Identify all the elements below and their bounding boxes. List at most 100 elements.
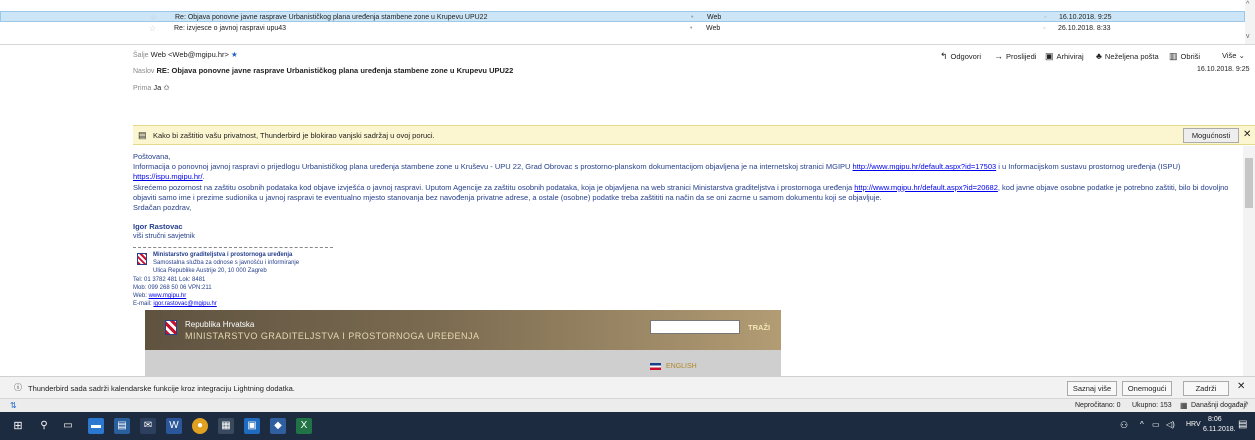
excel-icon[interactable]: X — [296, 418, 312, 434]
signature-mail-link[interactable]: igor.rastovac@mgipu.hr — [153, 301, 216, 307]
link-mgipu-20682[interactable]: http://www.mgipu.hr/default.aspx?id=2068… — [854, 183, 998, 192]
english-link[interactable]: ENGLISH — [666, 363, 697, 370]
message-row-selected[interactable]: ☆ Re: Objava ponovne javne rasprave Urba… — [0, 11, 1245, 22]
link-ispu[interactable]: https://ispu.mgipu.hr/ — [133, 172, 203, 181]
forward-label: Proslijedi — [1006, 52, 1037, 61]
read-dot-icon[interactable]: ◦ — [1043, 23, 1045, 34]
archive-icon: ▣ — [1045, 51, 1054, 61]
link-mgipu-17503[interactable]: http://www.mgipu.hr/default.aspx?id=1750… — [853, 162, 997, 171]
message-body-scrollbar[interactable] — [1243, 146, 1255, 376]
signature-web-link[interactable]: www.mgipu.hr — [149, 293, 187, 299]
message-row[interactable]: ☆ Re: izvjesce o javnoj raspravi upu43 •… — [0, 23, 1245, 34]
word-icon[interactable]: W — [166, 418, 182, 434]
notification-center-icon[interactable]: ▤ — [1238, 419, 1247, 430]
thunderbird-icon[interactable]: ◆ — [270, 418, 286, 434]
paragraph-2-text: Skrećemo pozornost na zaštitu osobnih po… — [133, 182, 855, 192]
message-from: Web — [706, 25, 721, 32]
delete-button[interactable]: ▥ Obriši — [1169, 51, 1200, 62]
language-indicator[interactable]: HRV — [1186, 421, 1201, 428]
to-value[interactable]: Ja — [153, 83, 161, 92]
reply-button[interactable]: ↰ Odgovori — [940, 51, 981, 62]
message-row-partial[interactable] — [0, 0, 1245, 5]
today-pane-toggle[interactable]: Današnji događaji — [1191, 399, 1247, 412]
clock-time[interactable]: 8:06 — [1208, 416, 1222, 423]
store-icon[interactable]: ▤ — [114, 418, 130, 434]
banner-search-input[interactable] — [650, 320, 740, 334]
calculator-icon[interactable]: ▦ — [218, 418, 234, 434]
network-icon[interactable]: ▭ — [1152, 420, 1160, 429]
forward-button[interactable]: → Proslijedi — [994, 51, 1036, 61]
clock-date[interactable]: 6.11.2018. — [1203, 426, 1236, 433]
message-date: 16.10.2018. 9:25 — [1197, 66, 1250, 73]
delete-label: Obriši — [1180, 52, 1201, 61]
notification-text: Thunderbird sada sadrži kalendarske funk… — [28, 384, 295, 393]
paragraph-1-text-c: . — [202, 172, 205, 182]
trash-icon: ▥ — [1169, 51, 1178, 61]
uk-flag-icon — [650, 363, 661, 370]
disable-button[interactable]: Onemogući — [1122, 381, 1172, 396]
greeting: Poštovana, — [133, 152, 171, 161]
thread-dot-icon: • — [690, 25, 693, 32]
tray-chevron-icon[interactable]: ^ — [1140, 420, 1144, 429]
paragraph-1: Informacija o ponovnoj javnoj raspravi o… — [133, 162, 1243, 182]
more-label: Više — [1222, 51, 1237, 60]
calendar-icon: ▦ — [1180, 401, 1188, 410]
message-from: Web — [707, 14, 722, 21]
close-icon[interactable]: ✕ — [1237, 381, 1245, 392]
notification-bar: ⓘ Thunderbird sada sadrži kalendarske fu… — [0, 376, 1255, 398]
archive-button[interactable]: ▣ Arhiviraj — [1045, 51, 1084, 62]
junk-button[interactable]: ♣ Neželjena pošta — [1096, 51, 1159, 61]
signature-address: Ulica Republike Austrije 20, 10 000 Zagr… — [153, 268, 267, 275]
message-row-partial[interactable] — [0, 35, 1245, 44]
scroll-down-icon[interactable]: v — [1246, 33, 1250, 40]
close-icon[interactable]: ✕ — [1243, 129, 1251, 140]
from-line: Šalje Web <Web@mgipu.hr> ★ — [133, 50, 238, 59]
total-count: Ukupno: 153 — [1132, 402, 1172, 409]
connection-icon[interactable]: ⇅ — [10, 399, 17, 412]
task-view-icon[interactable]: ▭ — [60, 418, 76, 434]
remote-content-bar: ▤ Kako bi zaštitio vašu privatnost, Thun… — [133, 125, 1255, 145]
scrollbar-thumb[interactable] — [1245, 158, 1253, 208]
paragraph-1-text: Informacija o ponovnoj javnoj raspravi o… — [133, 162, 853, 172]
paragraph-2: Skrećemo pozornost na zaštitu osobnih po… — [133, 183, 1243, 203]
more-button[interactable]: Više ⌄ — [1222, 51, 1245, 60]
message-list-scrollbar[interactable]: ^ v — [1245, 0, 1255, 44]
windows-start-icon[interactable]: ⊞ — [10, 418, 26, 434]
search-icon[interactable]: ⚲ — [36, 418, 52, 434]
from-value[interactable]: Web <Web@mgipu.hr> — [151, 50, 229, 59]
subject-label: Naslov — [133, 68, 155, 75]
banner-search-button[interactable]: TRAŽI — [748, 323, 770, 332]
scroll-up-icon[interactable]: ^ — [1246, 1, 1249, 8]
read-dot-icon[interactable]: ◦ — [1044, 12, 1046, 23]
people-icon[interactable]: ⚇ — [1120, 420, 1128, 431]
mail-icon[interactable]: ✉ — [140, 418, 156, 434]
message-subject: Re: izvjesce o javnoj raspravi upu43 — [174, 25, 287, 32]
options-button[interactable]: Mogućnosti — [1183, 128, 1239, 143]
paragraph-1-text-b: i u Informacijskom sustavu prostornog ur… — [996, 162, 1181, 172]
subject-value: RE: Objava ponovne javne rasprave Urbani… — [156, 66, 514, 75]
file-explorer-icon[interactable]: ▬ — [88, 418, 104, 434]
junk-label: Neželjena pošta — [1104, 52, 1159, 61]
star-icon[interactable]: ☆ — [150, 12, 157, 23]
signature-web-line: Web: www.mgipu.hr — [133, 293, 186, 300]
archive-label: Arhiviraj — [1056, 52, 1084, 61]
volume-icon[interactable]: ◁) — [1166, 420, 1175, 429]
info-icon: ⓘ — [14, 383, 22, 392]
junk-icon: ♣ — [1096, 51, 1102, 61]
signature-mail-label: E-mail: — [133, 301, 154, 308]
chevron-up-icon[interactable]: ^ — [1245, 399, 1248, 412]
banner-header: Republika Hrvatska MINISTARSTVO GRADITEL… — [145, 310, 781, 350]
reply-icon: ↰ — [940, 51, 948, 61]
star-icon[interactable]: ★ — [231, 50, 238, 59]
croatia-coat-of-arms-icon — [137, 253, 147, 266]
app-icon[interactable]: ▣ — [244, 418, 260, 434]
learn-more-button[interactable]: Saznaj više — [1067, 381, 1117, 396]
star-icon[interactable]: ✩ — [163, 83, 169, 92]
remote-content-icon: ▤ — [138, 130, 147, 140]
keep-button[interactable]: Zadrži — [1183, 381, 1229, 396]
to-label: Prima — [133, 85, 152, 92]
star-icon[interactable]: ☆ — [149, 23, 156, 34]
chrome-icon[interactable]: ● — [192, 418, 208, 434]
thread-dot-icon: • — [691, 14, 694, 21]
windows-taskbar: ⊞ ⚲ ▭ ▬ ▤ ✉ W ● ▦ ▣ ◆ X ⚇ ^ ▭ ◁) HRV 8:0… — [0, 412, 1255, 440]
